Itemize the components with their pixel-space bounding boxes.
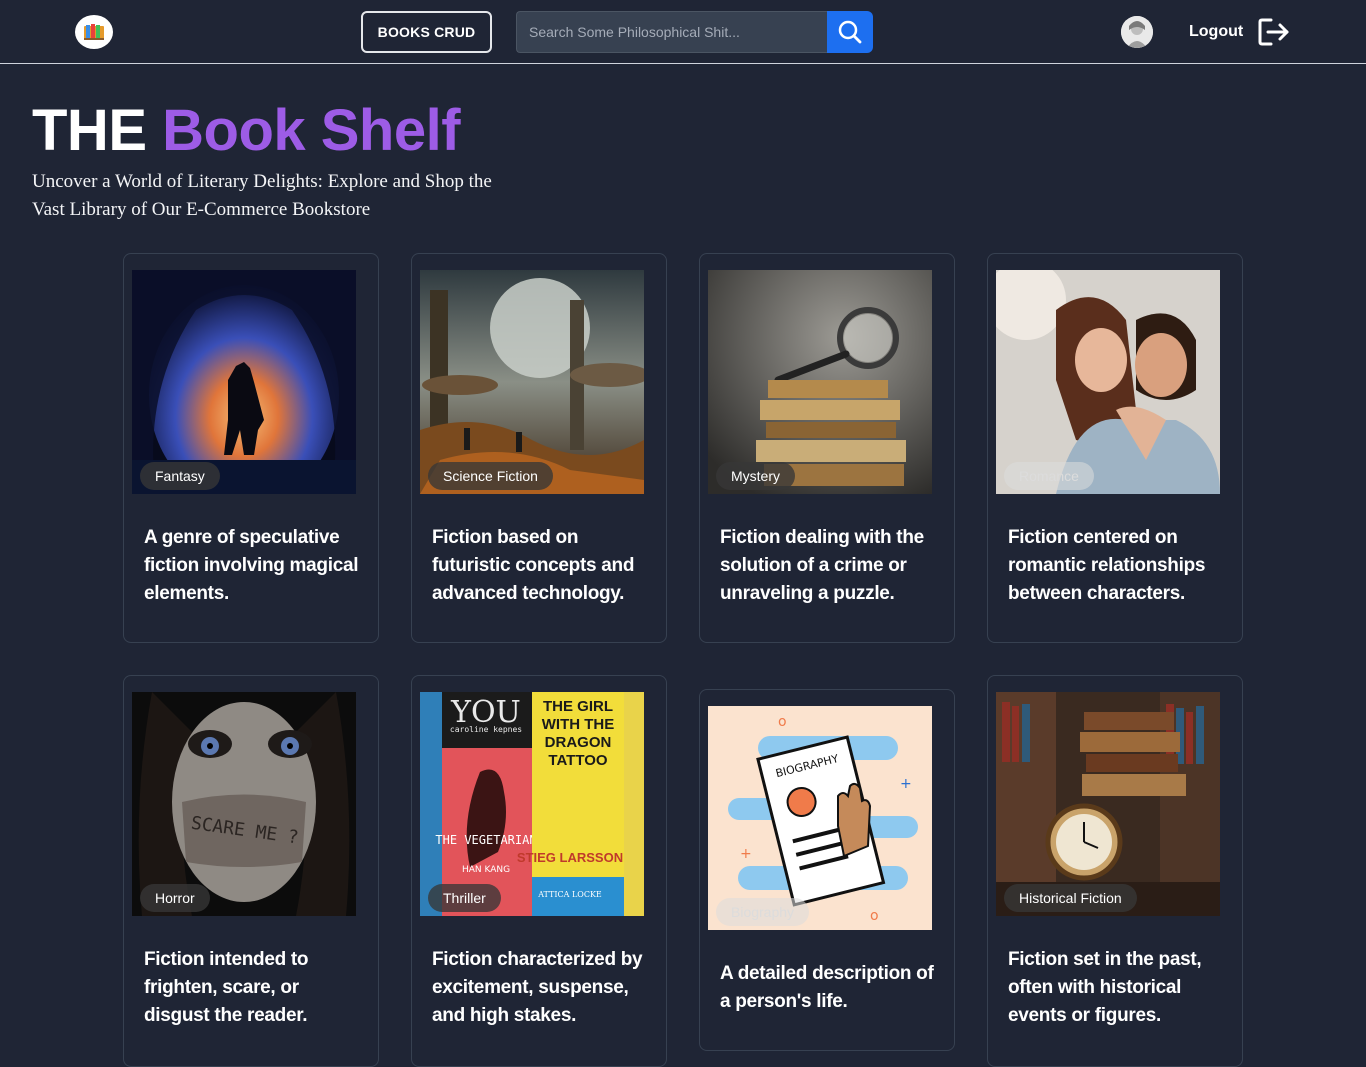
thriller-cover-author-locke: ATTICA LOCKE — [537, 890, 602, 899]
books-crud-button[interactable]: BOOKS CRUD — [361, 11, 492, 53]
navbar: BOOKS CRUD Logout — [0, 0, 1366, 64]
search-bar — [516, 11, 873, 53]
thriller-cover-author-vegetarian: HAN KANG — [462, 865, 510, 875]
genre-description: Fiction intended to frighten, scare, or … — [144, 949, 309, 1026]
genre-badge: Science Fiction — [428, 462, 553, 490]
svg-text:+: + — [900, 776, 912, 792]
genre-card-science-fiction[interactable]: Science Fiction Fiction based on futuris… — [411, 253, 667, 643]
genre-card-fantasy[interactable]: Fantasy A genre of speculative fiction i… — [123, 253, 379, 643]
genre-card-horror[interactable]: SCARE ME ? Horror Fiction intended to fr… — [123, 675, 379, 1067]
genre-description: Fiction centered on romantic relationshi… — [1008, 527, 1206, 604]
genre-badge: Biography — [716, 898, 810, 926]
genre-image-horror: SCARE ME ? Horror — [132, 692, 356, 916]
genre-card-romance[interactable]: Romance Fiction centered on romantic rel… — [987, 253, 1243, 643]
genre-image-biography: BIOGRAPHY o + + o Biography — [708, 706, 932, 930]
genre-description: Fiction characterized by excitement, sus… — [432, 949, 643, 1026]
genre-image-romance: Romance — [996, 270, 1220, 494]
genre-card-historical-fiction[interactable]: Historical Fiction Fiction set in the pa… — [987, 675, 1243, 1067]
genre-badge: Fantasy — [140, 462, 220, 490]
logout-arrow-icon — [1258, 18, 1289, 46]
search-button[interactable] — [827, 11, 873, 53]
page-subtitle: Uncover a World of Literary Delights: Ex… — [32, 171, 492, 220]
thriller-cover-author-dragon: STIEG LARSSON — [517, 850, 623, 865]
genre-image-historical-fiction: Historical Fiction — [996, 692, 1220, 916]
genre-card-thriller[interactable]: YOU caroline kepnes THE VEGETARIAN HAN K… — [411, 675, 667, 1067]
svg-text:o: o — [778, 714, 787, 730]
genre-badge: Romance — [1004, 462, 1094, 490]
thriller-cover-author-you: caroline kepnes — [450, 725, 522, 734]
search-input[interactable] — [516, 11, 827, 53]
title-accent: Book Shelf — [162, 98, 461, 163]
thriller-cover-title-dragon: THE GIRL WITH THE DRAGON TATTOO — [541, 698, 615, 769]
genre-image-fantasy: Fantasy — [132, 270, 356, 494]
genre-image-science-fiction: Science Fiction — [420, 270, 644, 494]
user-avatar[interactable] — [1121, 16, 1153, 48]
logout-label: Logout — [1189, 23, 1244, 40]
genre-badge: Thriller — [428, 884, 501, 912]
genre-description: Fiction set in the past, often with hist… — [1008, 949, 1202, 1026]
genre-badge: Historical Fiction — [1004, 884, 1137, 912]
svg-text:+: + — [740, 846, 752, 862]
logout-button[interactable]: Logout — [1189, 14, 1291, 50]
hero-section: THE Book Shelf Uncover a World of Litera… — [32, 98, 512, 224]
page-title: THE Book Shelf — [32, 98, 512, 164]
genre-description: A genre of speculative fiction involving… — [144, 527, 359, 604]
genre-badge: Mystery — [716, 462, 795, 490]
genre-description: Fiction dealing with the solution of a c… — [720, 527, 924, 604]
genre-description: A detailed description of a person's lif… — [720, 963, 934, 1012]
genre-badge: Horror — [140, 884, 210, 912]
genre-card-biography[interactable]: BIOGRAPHY o + + o Biography A detailed d… — [699, 689, 955, 1051]
svg-text:o: o — [870, 908, 879, 924]
search-icon — [838, 20, 862, 44]
title-prefix: THE — [32, 98, 147, 163]
genre-card-mystery[interactable]: Mystery Fiction dealing with the solutio… — [699, 253, 955, 643]
genre-description: Fiction based on futuristic concepts and… — [432, 527, 635, 604]
thriller-cover-title-vegetarian: THE VEGETARIAN — [435, 833, 536, 847]
genre-image-mystery: Mystery — [708, 270, 932, 494]
book-logo-icon[interactable] — [75, 15, 113, 49]
genre-image-thriller: YOU caroline kepnes THE VEGETARIAN HAN K… — [420, 692, 644, 916]
